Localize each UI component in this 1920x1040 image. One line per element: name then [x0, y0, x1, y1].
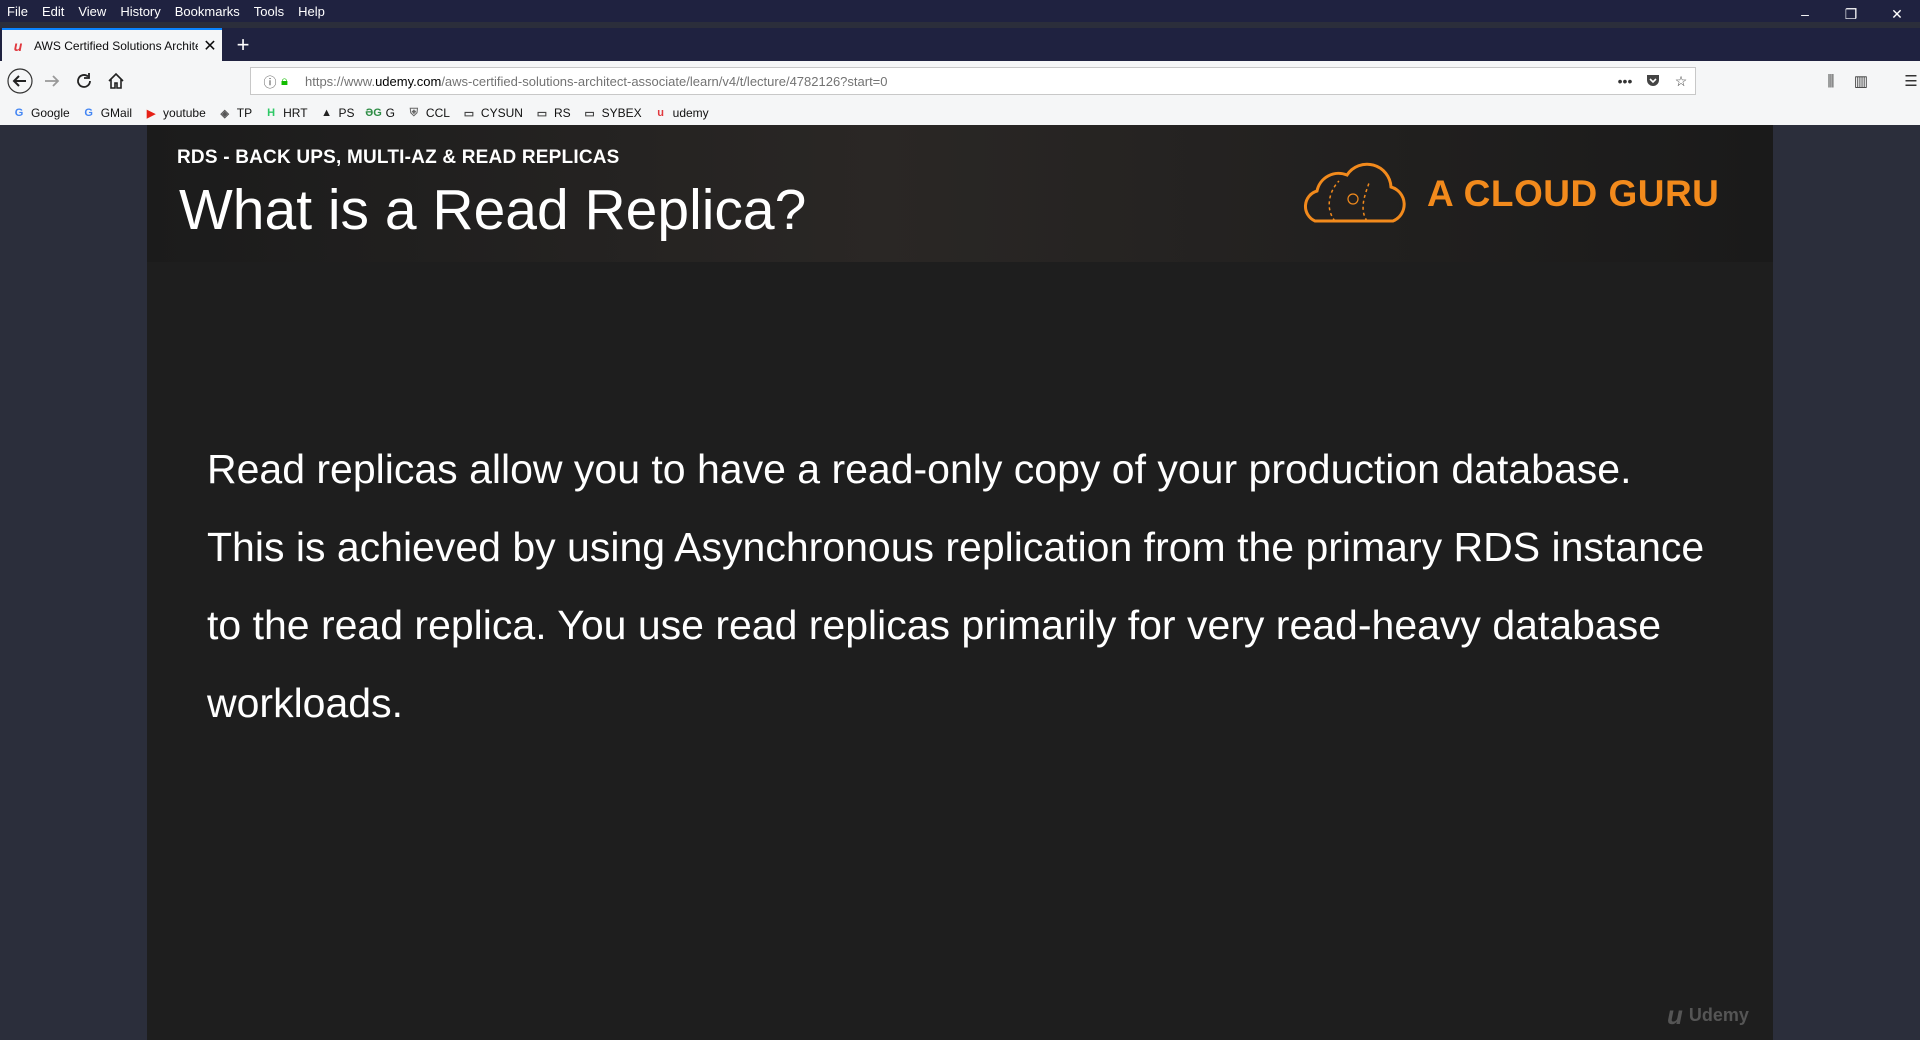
gfg-icon: ƏG [365, 107, 382, 119]
udemy-logo-icon: u [1667, 1000, 1683, 1030]
brand-name: A CLOUD GURU [1427, 173, 1720, 214]
bookmark-ccl[interactable]: ⛨ CCL [407, 106, 450, 120]
bookmarks-toolbar: G Google G GMail ▶ youtube ◈ TP H HRT ▲ PS ƏG G ⛨ CCL ▭ C… [0, 101, 1920, 126]
menu-edit[interactable]: Edit [42, 4, 64, 19]
cloud-guru-logo: A CLOUD GURU [1295, 161, 1719, 227]
window-controls: – ❐ ✕ [1782, 0, 1920, 28]
forward-arrow-icon [45, 75, 60, 87]
bookmark-rs[interactable]: ▭ RS [535, 106, 571, 120]
back-button[interactable] [6, 67, 34, 95]
bookmark-label: RS [553, 106, 571, 120]
slide-kicker: RDS - BACK UPS, MULTI-AZ & READ REPLICAS [177, 147, 620, 168]
udemy-icon: u [657, 107, 664, 119]
bookmark-youtube[interactable]: ▶ youtube [144, 106, 206, 120]
slide-title: What is a Read Replica? [179, 178, 807, 242]
watermark-text: Udemy [1688, 1005, 1749, 1025]
menu-bar: File Edit View History Bookmarks Tools H… [0, 0, 1920, 22]
close-tab-icon[interactable]: ✕ [198, 36, 222, 56]
menu-file[interactable]: File [7, 4, 28, 19]
bookmark-gmail[interactable]: G GMail [82, 106, 132, 120]
lecture-slide: RDS - BACK UPS, MULTI-AZ & READ REPLICAS… [147, 125, 1773, 1040]
lock-icon[interactable]: 🔒︎ [281, 73, 297, 89]
page-content: RDS - BACK UPS, MULTI-AZ & READ REPLICAS… [0, 125, 1920, 1040]
back-arrow-icon [7, 68, 33, 94]
folder-icon: ▭ [463, 107, 475, 120]
bookmark-sybex[interactable]: ▭ SYBEX [583, 106, 642, 120]
bookmark-label: udemy [672, 106, 709, 120]
menu-tools[interactable]: Tools [254, 4, 284, 19]
slide-body: Read replicas allow you to have a read-o… [207, 446, 1705, 726]
slide-header: RDS - BACK UPS, MULTI-AZ & READ REPLICAS… [147, 125, 1773, 262]
home-button[interactable] [102, 67, 130, 95]
url-text[interactable]: https://www.udemy.com/aws-certified-solu… [305, 74, 1611, 89]
bookmark-label: GMail [100, 106, 133, 120]
youtube-icon: ▶ [146, 107, 156, 120]
menu-bookmarks[interactable]: Bookmarks [175, 4, 240, 19]
bookmark-label: TP [236, 106, 253, 120]
restore-button[interactable]: ❐ [1828, 0, 1874, 28]
bookmark-ps[interactable]: ▲ PS [320, 106, 355, 120]
info-icon[interactable]: ⓘ [259, 72, 281, 91]
bookmark-label: PS [338, 106, 355, 120]
bookmark-udemy[interactable]: u udemy [654, 106, 709, 120]
forward-button[interactable] [38, 67, 66, 95]
bookmark-label: HRT [283, 106, 308, 120]
bookmark-star-icon[interactable]: ☆ [1667, 73, 1695, 90]
ps-icon: ▲ [321, 107, 332, 119]
url-bar[interactable]: ⓘ 🔒︎ https://www.udemy.com/aws-certified… [250, 67, 1696, 95]
bookmark-label: SYBEX [601, 106, 642, 120]
hackerrank-icon: H [267, 107, 276, 119]
tp-icon: ◈ [220, 107, 229, 120]
bookmark-google[interactable]: G Google [12, 106, 70, 120]
google-icon: G [14, 107, 24, 119]
close-window-button[interactable]: ✕ [1874, 0, 1920, 28]
tab-title: AWS Certified Solutions Archite [34, 38, 198, 53]
reload-icon [77, 73, 91, 88]
menu-help[interactable]: Help [298, 4, 325, 19]
menu-history[interactable]: History [120, 4, 160, 19]
cloud-icon [1304, 162, 1406, 223]
tab-udemy[interactable]: u AWS Certified Solutions Archite ✕ [2, 28, 222, 61]
home-icon [108, 72, 124, 89]
udemy-watermark: u Udemy [1667, 1000, 1749, 1031]
toolbar-right: ⫼ ▥ ☰ [1816, 69, 1920, 93]
shield-icon: ⛨ [409, 106, 419, 119]
folder-icon: ▭ [584, 107, 595, 120]
nav-bar: ⓘ 🔒︎ https://www.udemy.com/aws-certified… [0, 61, 1920, 101]
bookmark-g[interactable]: ƏG G [365, 106, 395, 120]
reload-button[interactable] [70, 67, 98, 95]
tab-bar: u AWS Certified Solutions Archite ✕ + [0, 28, 1920, 61]
bookmark-label: CCL [425, 106, 450, 120]
bookmark-cysun[interactable]: ▭ CYSUN [462, 106, 523, 120]
minimize-button[interactable]: – [1782, 0, 1828, 28]
menu-view[interactable]: View [78, 4, 106, 19]
folder-icon: ▭ [536, 107, 548, 120]
bookmark-hrt[interactable]: H HRT [264, 106, 307, 120]
pocket-icon[interactable] [1639, 73, 1667, 90]
bookmark-label: youtube [163, 106, 206, 120]
udemy-icon: u [13, 37, 23, 54]
page-actions-icon[interactable]: ••• [1611, 73, 1639, 89]
google-icon: G [84, 107, 93, 119]
bookmark-label: CYSUN [480, 106, 523, 120]
new-tab-button[interactable]: + [228, 28, 258, 61]
bookmark-label: Google [31, 106, 70, 120]
bookmark-label: G [385, 106, 395, 120]
sidebar-icon[interactable]: ▥ [1846, 69, 1876, 93]
bookmark-tp[interactable]: ◈ TP [218, 106, 253, 120]
hamburger-menu-icon[interactable]: ☰ [1896, 69, 1920, 93]
library-icon[interactable]: ⫼ [1816, 69, 1846, 93]
